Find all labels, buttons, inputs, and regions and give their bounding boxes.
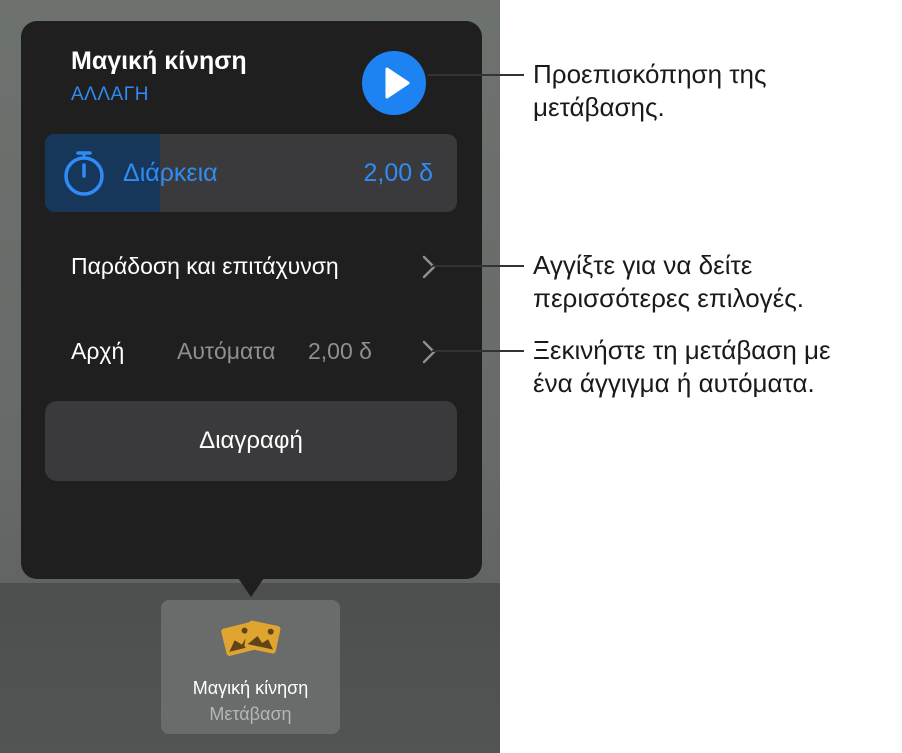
ease-settings-label: Παράδοση και επιτάχυνση [71,253,339,279]
callout-more-options-line-1: Αγγίξτε για να δείτε [533,250,753,280]
callout-start: Ξεκινήστε τη μετάβαση με ένα άγγιγμα ή α… [533,334,831,400]
callout-preview: Προεπισκόπηση της μετάβασης. [533,58,767,124]
play-icon [385,67,410,99]
chevron-right-icon [422,255,436,279]
transition-thumbnail[interactable]: Μαγική κίνηση Μετάβαση [161,600,340,734]
popover-title: Μαγική κίνηση [71,47,247,75]
duration-slider[interactable]: Διάρκεια 2,00 δ [45,134,457,212]
start-mode-value: Αυτόματα [177,338,276,364]
preview-play-button[interactable] [362,51,426,115]
callout-start-line-2: ένα άγγιγμα ή αυτόματα. [533,368,815,398]
duration-label: Διάρκεια [123,159,218,187]
timer-icon [64,151,104,196]
callout-preview-line-2: μετάβασης. [533,92,665,122]
thumbnail-subtitle: Μετάβαση [209,704,292,724]
callout-line-more-options [432,265,524,267]
callout-start-line-1: Ξεκινήστε τη μετάβαση με [533,335,831,365]
callout-more-options-line-2: περισσότερες επιλογές. [533,283,804,313]
popover-arrow [236,575,266,597]
start-label: Αρχή [71,338,125,364]
delete-label: Διαγραφή [199,427,303,454]
callout-more-options: Αγγίξτε για να δείτε περισσότερες επιλογ… [533,249,804,315]
start-settings-row[interactable]: Αρχή Αυτόματα 2,00 δ [71,330,437,374]
start-delay-value: 2,00 δ [308,338,372,364]
change-button[interactable]: ΑΛΛΑΓΗ [71,84,149,106]
delete-transition-button[interactable]: Διαγραφή [45,401,457,481]
callout-line-preview [428,74,524,76]
callout-line-start [432,350,524,352]
photos-icon [221,620,281,656]
chevron-right-icon [422,340,436,364]
ease-settings-row[interactable]: Παράδοση και επιτάχυνση [71,245,437,289]
thumbnail-title: Μαγική κίνηση [192,678,309,698]
transition-popover: Μαγική κίνηση ΑΛΛΑΓΗ Διάρκεια 2,00 δ Παρ… [21,21,482,579]
duration-value: 2,00 δ [363,159,433,187]
callout-preview-line-1: Προεπισκόπηση της [533,59,767,89]
